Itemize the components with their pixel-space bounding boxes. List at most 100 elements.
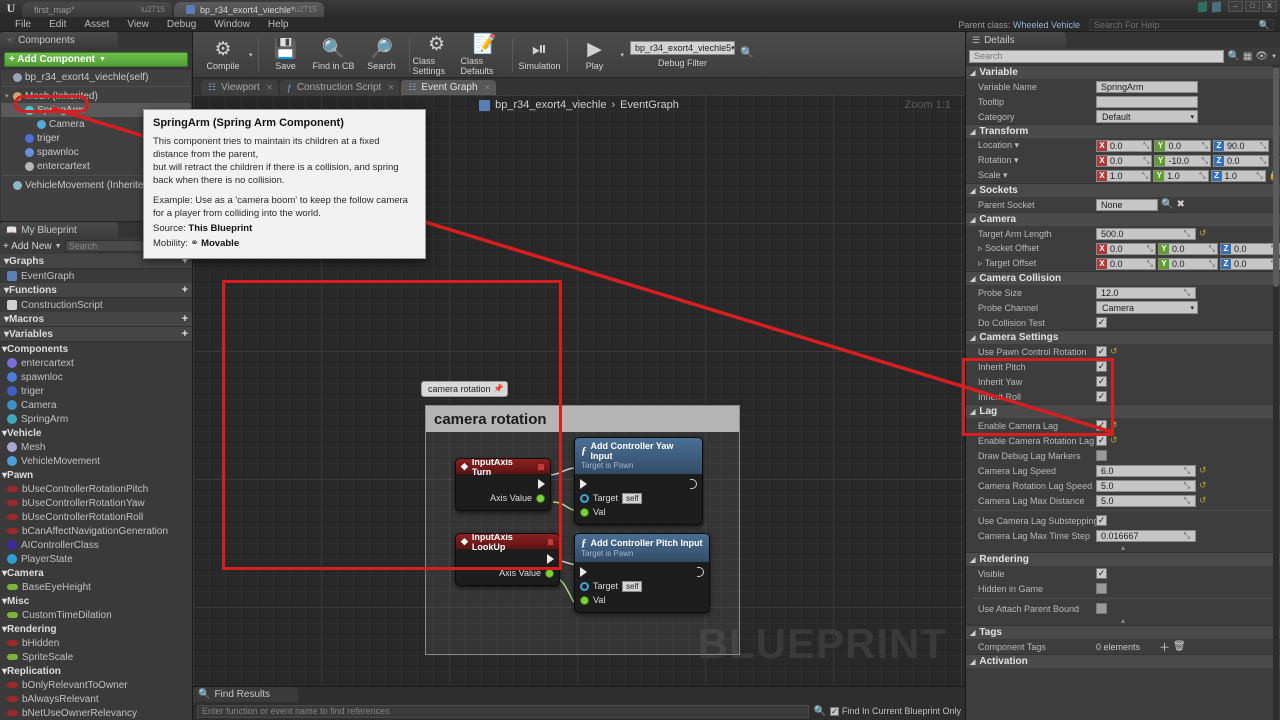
checkbox-enable-camera-rotation-lag[interactable]: ✓	[1096, 435, 1107, 446]
parent-class-value[interactable]: Wheeled Vehicle	[1013, 20, 1080, 30]
number-input[interactable]: 500.0 ⤡	[1096, 227, 1196, 240]
spinner-icon[interactable]: ⤡	[1256, 171, 1264, 181]
my-blueprint-section-header[interactable]: ▾Variables +	[0, 327, 192, 342]
checkbox-do-collision-test[interactable]: ✓	[1096, 317, 1107, 328]
vector-z-field[interactable]: Z 90.0 ⤡	[1212, 139, 1270, 152]
chevron-down-icon[interactable]: ▾	[1190, 304, 1194, 312]
details-section-transform[interactable]: ◢ Transform	[966, 124, 1280, 138]
property-value[interactable]	[1096, 450, 1280, 461]
checkbox-use-attach-parent-bound[interactable]	[1096, 603, 1107, 614]
target-self-value[interactable]: self	[622, 492, 643, 504]
details-section-lag[interactable]: ◢ Lag	[966, 404, 1280, 418]
exec-in-pin-icon[interactable]	[580, 567, 587, 577]
expander-icon[interactable]: ◢	[970, 69, 975, 77]
maximize-button[interactable]: □	[1245, 1, 1260, 12]
search-icon[interactable]: 🔍	[740, 46, 754, 59]
property-value[interactable]: ✓	[1096, 391, 1280, 402]
property-value[interactable]: X0.0⤡Y0.0⤡Z0.0⤡	[1096, 257, 1280, 270]
expander-icon[interactable]: ◢	[970, 408, 975, 416]
vector-x-field[interactable]: X 0.0 ⤡	[1096, 257, 1156, 270]
comment-bubble[interactable]: camera rotation 📌	[421, 381, 508, 397]
node-input-axis-turn[interactable]: ◆ InputAxis Turn Axis Value	[455, 458, 551, 511]
delete-pin-icon[interactable]	[546, 537, 554, 546]
spinner-icon[interactable]: ⤡	[1199, 171, 1207, 181]
vector-z-field[interactable]: Z0.0⤡	[1212, 154, 1270, 167]
exec-out-pin-icon[interactable]	[697, 567, 704, 577]
vector-y-field[interactable]: Y 1.0 ⤡	[1153, 169, 1209, 182]
spinner-icon[interactable]: ⤡	[1184, 466, 1192, 476]
expander-icon[interactable]: ▾	[5, 92, 13, 100]
menu-window[interactable]: Window	[205, 17, 259, 32]
details-section-tags[interactable]: ◢ Tags	[966, 625, 1280, 639]
property-value[interactable]: ✓	[1096, 361, 1280, 372]
spinner-icon[interactable]: ⤡	[1184, 496, 1192, 506]
property-value[interactable]	[1096, 583, 1280, 594]
vector-input[interactable]: X0.0⤡Y0.0⤡Z0.0⤡	[1096, 257, 1280, 270]
vector-y-field[interactable]: Y 0.0 ⤡	[1158, 242, 1218, 255]
toolbar-compile-button[interactable]: ⚙ Compile	[199, 34, 247, 76]
variable-item[interactable]: SpringArm	[0, 412, 192, 426]
components-panel-tab[interactable]: ☜ Components	[0, 32, 118, 48]
node-pin-val[interactable]: Val	[580, 505, 697, 519]
toolbar-play-button[interactable]: ▶ Play	[571, 34, 619, 76]
reset-to-default-icon[interactable]: ↺	[1199, 480, 1207, 491]
target-self-value[interactable]: self	[622, 580, 643, 592]
reset-to-default-icon[interactable]: ↺	[1199, 228, 1207, 239]
variable-category-header[interactable]: ▾Misc	[0, 594, 192, 608]
toolbar-save-button[interactable]: 💾 Save	[262, 34, 310, 76]
vector-z-field[interactable]: Z0.0⤡	[1220, 242, 1280, 255]
node-add-controller-yaw-input[interactable]: ƒ Add Controller Yaw Input Target is Paw…	[574, 437, 703, 525]
my-blueprint-tab[interactable]: 📖 My Blueprint	[0, 222, 118, 238]
exec-out-pin-icon[interactable]	[690, 479, 697, 489]
spinner-icon[interactable]: ⤡	[1147, 244, 1155, 254]
object-pin-icon[interactable]	[580, 581, 589, 591]
node-pin-val[interactable]: Val	[580, 593, 704, 607]
float-pin-icon[interactable]	[580, 507, 589, 517]
vector-z-field[interactable]: Z0.0⤡	[1220, 257, 1280, 270]
node-pin-axis-value[interactable]: Axis Value	[461, 491, 545, 505]
exec-in-pin-icon[interactable]	[580, 479, 587, 489]
checkbox-draw-debug-lag-markers[interactable]	[1096, 450, 1107, 461]
delete-pin-icon[interactable]	[537, 462, 545, 471]
toolbar-class-defaults-button[interactable]: 📝 Class Defaults	[461, 34, 509, 76]
variable-item[interactable]: bHidden	[0, 636, 192, 650]
details-scrollbar-thumb[interactable]	[1273, 67, 1279, 287]
toolbar-simulation-button[interactable]: ⏯ Simulation	[516, 34, 564, 76]
spinner-icon[interactable]: ⤡	[1260, 156, 1268, 166]
property-value[interactable]: ✓	[1096, 568, 1280, 579]
tab-viewport[interactable]: ☷ Viewport ✕	[201, 80, 278, 95]
details-section-activation[interactable]: ◢ Activation	[966, 654, 1280, 668]
node-pin-exec-out[interactable]	[461, 477, 545, 491]
vector-input[interactable]: X 1.0 ⤡ Y 1.0 ⤡ Z 1.0 ⤡	[1096, 169, 1266, 182]
node-pin-exec-out[interactable]	[461, 552, 554, 566]
menu-help[interactable]: Help	[259, 17, 298, 32]
variable-item[interactable]: bUseControllerRotationPitch	[0, 482, 192, 496]
add-icon[interactable]: +	[182, 313, 188, 325]
add-component-button[interactable]: + Add Component ▼	[4, 52, 188, 67]
add-icon[interactable]: ＋	[1159, 639, 1170, 655]
property-value[interactable]: 12.0 ⤡	[1096, 286, 1280, 299]
variable-item[interactable]: bUseControllerRotationRoll	[0, 510, 192, 524]
spinner-icon[interactable]: ⤡	[1143, 156, 1151, 166]
component-tree-item[interactable]: bp_r34_exort4_viechle(self)	[1, 70, 191, 84]
checkbox-inherit-yaw[interactable]: ✓	[1096, 376, 1107, 387]
clear-icon[interactable]: ✖	[1176, 199, 1184, 210]
expander-icon[interactable]: ◢	[970, 334, 975, 342]
property-value[interactable]	[1096, 95, 1280, 108]
find-references-input[interactable]: Enter function or event name to find ref…	[197, 704, 810, 718]
minimize-button[interactable]: –	[1228, 1, 1243, 12]
chevron-down-icon[interactable]: ▾	[249, 51, 253, 59]
variable-item[interactable]: Mesh	[0, 440, 192, 454]
chevron-down-icon[interactable]: ▼	[55, 243, 62, 250]
details-section-variable[interactable]: ◢ Variable	[966, 65, 1280, 79]
my-blueprint-item[interactable]: ConstructionScript	[0, 298, 192, 312]
spinner-icon[interactable]: ⤡	[1184, 229, 1192, 239]
editor-tab-first-map[interactable]: first_map* \u2715	[22, 2, 172, 17]
toolbar-find-in-cb-button[interactable]: 🔍 Find in CB	[310, 34, 358, 76]
my-blueprint-section-header[interactable]: ▾Macros +	[0, 312, 192, 327]
help-search-input[interactable]: Search For Help 🔍	[1089, 19, 1274, 31]
property-value[interactable]: SpringArm	[1096, 80, 1280, 93]
expander-icon[interactable]: ◢	[970, 187, 975, 195]
details-content[interactable]: ◢ Variable Variable Name SpringArm Tooltip Ca…	[966, 65, 1280, 720]
float-pin-icon[interactable]	[545, 568, 554, 578]
